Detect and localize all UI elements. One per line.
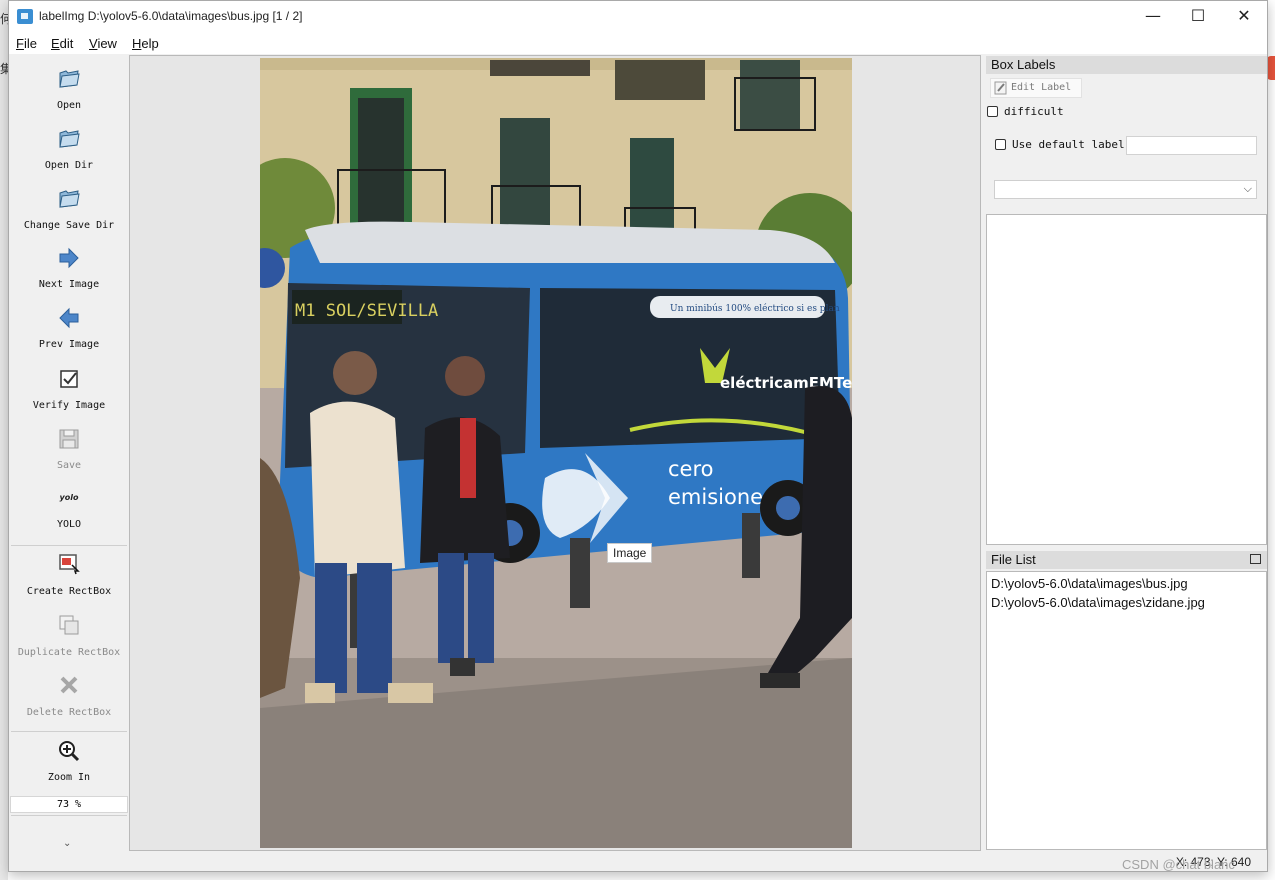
file-list-title: File List — [986, 551, 1267, 569]
open-button[interactable]: Open — [9, 66, 129, 116]
checkbox-check-icon — [60, 370, 78, 388]
create-rect-icon — [59, 554, 80, 575]
desktop-background — [0, 0, 8, 880]
arrow-left-icon — [59, 307, 79, 329]
tool-bar: Open Open Dir Change Save Dir Next Image… — [9, 57, 129, 849]
toolbar-separator — [11, 731, 127, 732]
duplicate-icon — [59, 615, 79, 635]
menu-view[interactable]: View — [89, 36, 117, 51]
folder-icon — [59, 190, 80, 208]
verify-image-button[interactable]: Verify Image — [9, 367, 129, 417]
file-list-item[interactable]: D:\yolov5-6.0\data\images\bus.jpg — [991, 576, 1188, 591]
edit-label-button[interactable]: Edit Label — [990, 78, 1082, 98]
zoom-in-icon — [59, 741, 80, 762]
close-button[interactable]: ✕ — [1221, 1, 1267, 32]
arrow-right-icon — [59, 247, 79, 269]
folder-icon — [59, 70, 80, 88]
change-save-dir-button[interactable]: Change Save Dir — [9, 186, 129, 236]
open-label: Open — [56, 100, 82, 111]
delete-rectbox-button[interactable]: Delete RectBox — [9, 673, 129, 723]
folder-icon — [59, 130, 80, 148]
toolbar-extension-chevron-icon[interactable]: ⌄ — [63, 838, 71, 849]
format-yolo-button[interactable]: yolo YOLO — [9, 489, 129, 539]
edit-pencil-icon — [994, 81, 1007, 95]
menu-bar: File Edit View Help — [9, 32, 1267, 54]
difficult-checkbox[interactable] — [987, 106, 998, 117]
default-label-input[interactable] — [1126, 136, 1257, 155]
label-combo-box[interactable]: ⌵ — [994, 180, 1257, 199]
difficult-label: difficult — [1004, 105, 1064, 118]
box-labels-title: Box Labels — [986, 56, 1267, 74]
floppy-disk-icon — [59, 429, 79, 449]
image-canvas[interactable]: M1 SOL/SEVILLA Un minibús 100% eléctrico… — [129, 55, 981, 851]
file-list[interactable]: D:\yolov5-6.0\data\images\bus.jpg D:\yol… — [986, 571, 1267, 850]
bus-text-cero: cero — [668, 457, 714, 481]
menu-help-label: elp — [141, 36, 159, 51]
change-save-dir-label: Change Save Dir — [23, 220, 115, 231]
delete-x-icon — [60, 676, 78, 694]
label-list[interactable] — [986, 214, 1267, 545]
dock-float-icon[interactable] — [1250, 554, 1261, 564]
menu-help-mnemonic: H — [132, 36, 142, 51]
duplicate-rectbox-label: Duplicate RectBox — [17, 647, 121, 658]
format-label: YOLO — [56, 519, 82, 530]
verify-image-label: Verify Image — [32, 400, 106, 411]
delete-rectbox-label: Delete RectBox — [26, 707, 112, 718]
toolbar-separator — [11, 815, 127, 816]
app-icon — [17, 9, 33, 24]
save-label: Save — [56, 460, 82, 471]
menu-file[interactable]: File — [16, 36, 37, 51]
menu-view-label: iew — [97, 36, 117, 51]
menu-file-mnemonic: F — [16, 36, 24, 51]
bus-photo[interactable]: M1 SOL/SEVILLA Un minibús 100% eléctrico… — [260, 58, 852, 848]
menu-edit[interactable]: Edit — [51, 36, 73, 51]
zoom-in-button[interactable]: Zoom In — [9, 739, 129, 789]
create-rectbox-button[interactable]: Create RectBox — [9, 552, 129, 602]
menu-edit-label: dit — [59, 36, 74, 51]
zoom-spinbox[interactable]: 73 % — [10, 796, 128, 813]
save-button[interactable]: Save — [9, 427, 129, 477]
next-image-label: Next Image — [38, 279, 100, 290]
use-default-label-label: Use default label — [1012, 138, 1125, 151]
bus-text-emisiones: emisiones — [668, 485, 774, 509]
menu-file-label: ile — [23, 36, 37, 51]
window-title: labelImg D:\yolov5-6.0\data\images\bus.j… — [39, 9, 303, 23]
file-list-item[interactable]: D:\yolov5-6.0\data\images\zidane.jpg — [991, 595, 1205, 610]
csdn-watermark: CSDN @chat blanc — [1122, 857, 1235, 872]
create-rectbox-label: Create RectBox — [26, 586, 112, 597]
use-default-label-checkbox[interactable] — [995, 139, 1006, 150]
title-bar[interactable]: labelImg D:\yolov5-6.0\data\images\bus.j… — [9, 1, 1267, 32]
file-list-dock: File List D:\yolov5-6.0\data\images\bus.… — [986, 551, 1267, 851]
chevron-down-icon: ⌵ — [1243, 182, 1252, 195]
edit-label-text: Edit Label — [1011, 82, 1072, 93]
zoom-in-label: Zoom In — [47, 772, 91, 783]
open-dir-label: Open Dir — [44, 160, 94, 171]
menu-edit-mnemonic: E — [51, 36, 60, 51]
yolo-icon: yolo — [59, 493, 79, 502]
toolbar-separator — [11, 545, 127, 546]
labelimg-window: labelImg D:\yolov5-6.0\data\images\bus.j… — [8, 0, 1268, 872]
menu-help[interactable]: Help — [132, 36, 159, 51]
maximize-button[interactable]: ☐ — [1175, 1, 1221, 32]
duplicate-rectbox-button[interactable]: Duplicate RectBox — [9, 613, 129, 663]
bus-street-image: M1 SOL/SEVILLA Un minibús 100% eléctrico… — [260, 58, 852, 848]
prev-image-label: Prev Image — [38, 339, 100, 350]
status-bar: X: 473; Y: 640 — [9, 851, 1267, 871]
bus-destination-sign: M1 SOL/SEVILLA — [295, 301, 438, 321]
open-dir-button[interactable]: Open Dir — [9, 126, 129, 176]
bus-banner-text: Un minibús 100% eléctrico si es plan — [670, 303, 840, 314]
minimize-button[interactable]: — — [1130, 1, 1176, 32]
box-labels-dock: Box Labels Edit Label difficult Use defa… — [986, 56, 1267, 546]
prev-image-button[interactable]: Prev Image — [9, 306, 129, 356]
next-image-button[interactable]: Next Image — [9, 246, 129, 296]
image-tooltip: Image — [607, 543, 653, 563]
